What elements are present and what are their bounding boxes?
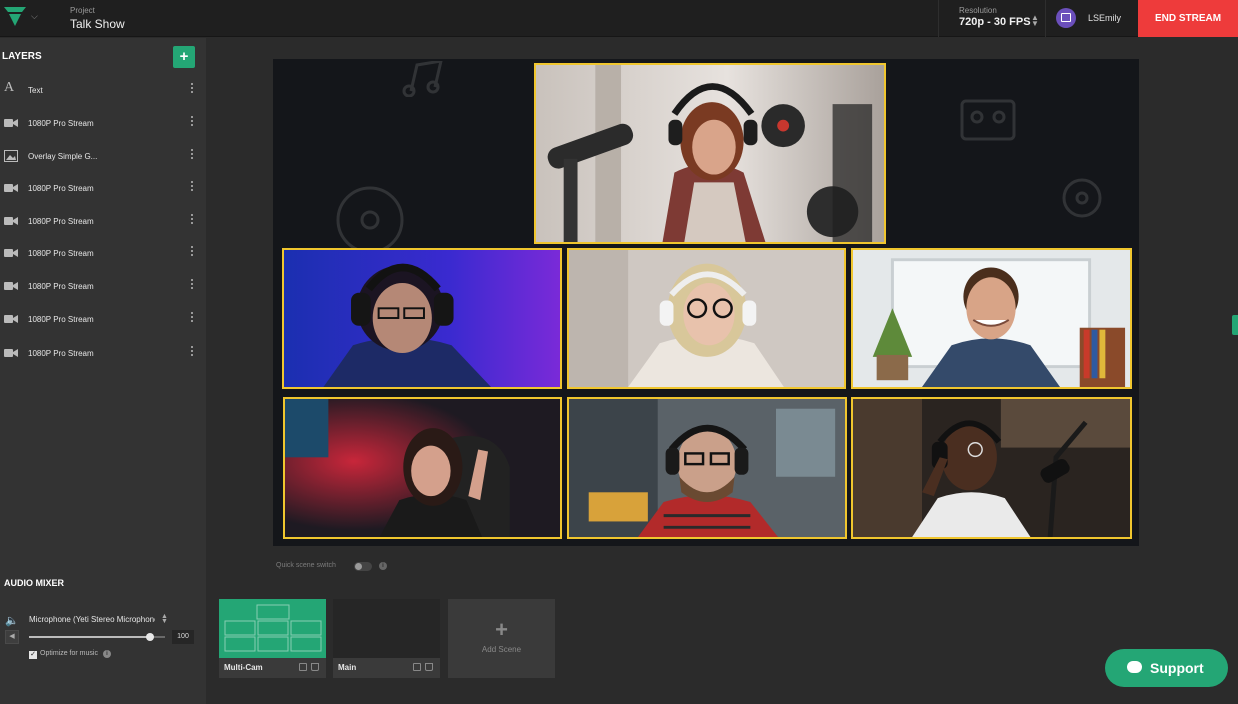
quick-scene-switch-toggle[interactable]: [354, 562, 372, 571]
layer-label: 1080P Pro Stream: [28, 349, 94, 358]
disc-decoration-icon: [1062, 178, 1102, 218]
camera-feed-guest-3[interactable]: [851, 248, 1132, 389]
app-logo-icon[interactable]: [4, 7, 26, 27]
project-name[interactable]: Talk Show: [70, 17, 125, 31]
add-scene-label: Add Scene: [481, 645, 522, 654]
more-options-icon[interactable]: [191, 83, 194, 97]
layer-label: 1080P Pro Stream: [28, 315, 94, 324]
layer-item[interactable]: 1080P Pro Stream: [0, 175, 206, 203]
plus-icon: +: [495, 617, 508, 642]
camera-icon: [4, 315, 18, 323]
layer-item[interactable]: 1080P Pro Stream: [0, 340, 206, 368]
cassette-decoration-icon: [960, 99, 1016, 141]
more-options-icon[interactable]: [191, 246, 194, 260]
trash-icon[interactable]: [311, 663, 319, 671]
duplicate-icon[interactable]: [413, 663, 421, 671]
twitch-icon[interactable]: [1056, 8, 1076, 28]
scene-label: Multi-Cam: [224, 663, 263, 672]
mute-button[interactable]: ◀: [5, 630, 19, 644]
camera-icon: [4, 184, 18, 192]
duplicate-icon[interactable]: [299, 663, 307, 671]
more-options-icon[interactable]: [191, 214, 194, 228]
layer-item[interactable]: 1080P Pro Stream: [0, 273, 206, 301]
audio-mixer-title: AUDIO MIXER: [4, 578, 65, 588]
resolution-label: Resolution: [959, 6, 997, 15]
music-note-decoration-icon: [402, 61, 443, 97]
more-options-icon[interactable]: [191, 181, 194, 195]
layer-item[interactable]: Overlay Simple G...: [0, 143, 206, 171]
scene-card-multi-cam[interactable]: Multi-Cam: [219, 599, 326, 678]
text-icon: A: [4, 80, 15, 95]
camera-feed-guest-5[interactable]: [567, 397, 847, 539]
divider: [938, 0, 939, 37]
select-arrows-icon[interactable]: ▲ ▼: [161, 613, 168, 625]
layer-label: Text: [28, 86, 43, 95]
layer-label: 1080P Pro Stream: [28, 282, 94, 291]
chat-bubble-icon: [1127, 661, 1142, 673]
info-icon[interactable]: i: [103, 650, 111, 658]
camera-icon: [4, 217, 18, 225]
optimize-music-label: Optimize for music: [40, 650, 98, 657]
camera-icon: [4, 119, 18, 127]
trash-icon[interactable]: [425, 663, 433, 671]
layer-item[interactable]: 1080P Pro Stream: [0, 240, 206, 268]
camera-feed-guest-6[interactable]: [851, 397, 1132, 539]
more-options-icon[interactable]: [191, 116, 194, 130]
more-options-icon[interactable]: [191, 346, 194, 360]
end-stream-button[interactable]: END STREAM: [1138, 0, 1238, 37]
resolution-select[interactable]: 720p - 30 FPS: [959, 16, 1031, 28]
select-arrows-icon[interactable]: ▲ ▼: [1031, 14, 1039, 28]
layer-item[interactable]: 1080P Pro Stream: [0, 208, 206, 236]
camera-feed-guest-2[interactable]: [567, 248, 846, 389]
volume-slider-handle[interactable]: [146, 633, 155, 641]
volume-value[interactable]: 100: [172, 630, 194, 644]
more-options-icon[interactable]: [191, 312, 194, 326]
layer-label: 1080P Pro Stream: [28, 184, 94, 193]
quick-scene-switch-label: Quick scene switch: [276, 562, 336, 569]
sidebar: LAYERS + A Text 1080P Pro Stream Overlay Si…: [0, 38, 206, 704]
project-label: Project: [70, 6, 95, 15]
layer-label: 1080P Pro Stream: [28, 119, 94, 128]
layer-label: Overlay Simple G...: [28, 152, 98, 161]
layer-item[interactable]: 1080P Pro Stream: [0, 306, 206, 334]
image-icon: [4, 150, 18, 162]
layer-label: 1080P Pro Stream: [28, 249, 94, 258]
audio-device-select[interactable]: Microphone (Yeti Stereo Microphone): [29, 615, 155, 624]
camera-feed-guest-1[interactable]: [282, 248, 562, 389]
camera-icon: [4, 349, 18, 357]
add-layer-button[interactable]: +: [173, 46, 195, 68]
scene-thumbnail: [333, 599, 440, 658]
volume-slider-fill: [29, 636, 151, 638]
camera-icon: [4, 249, 18, 257]
layers-title: LAYERS: [2, 51, 42, 62]
layer-label: 1080P Pro Stream: [28, 217, 94, 226]
add-scene-button[interactable]: + Add Scene: [448, 599, 555, 678]
scene-card-main[interactable]: Main: [333, 599, 440, 678]
vinyl-decoration-icon: [336, 186, 404, 254]
info-icon[interactable]: i: [379, 562, 387, 570]
divider: [1045, 0, 1046, 37]
top-bar: ⌵ Project Talk Show Resolution 720p - 30…: [0, 0, 1238, 37]
scene-label: Main: [338, 663, 357, 672]
scene-thumbnail: [219, 599, 326, 658]
chevron-down-icon[interactable]: ⌵: [31, 11, 38, 22]
layer-item[interactable]: 1080P Pro Stream: [0, 110, 206, 138]
volume-slider[interactable]: [29, 633, 165, 641]
plus-icon: +: [179, 48, 189, 65]
camera-icon: [4, 282, 18, 290]
support-button[interactable]: Support: [1105, 649, 1228, 687]
camera-feed-guest-4[interactable]: [283, 397, 562, 539]
side-panel-tab[interactable]: [1232, 315, 1238, 335]
optimize-music-checkbox[interactable]: ✓: [29, 651, 37, 659]
username[interactable]: LSEmily: [1088, 13, 1121, 23]
camera-feed-host[interactable]: [534, 63, 886, 244]
more-options-icon[interactable]: [191, 149, 194, 163]
layer-item[interactable]: A Text: [0, 77, 206, 105]
stream-preview-canvas[interactable]: [273, 59, 1139, 546]
support-label: Support: [1150, 660, 1204, 676]
more-options-icon[interactable]: [191, 279, 194, 293]
speaker-icon: 🔈: [5, 615, 19, 627]
